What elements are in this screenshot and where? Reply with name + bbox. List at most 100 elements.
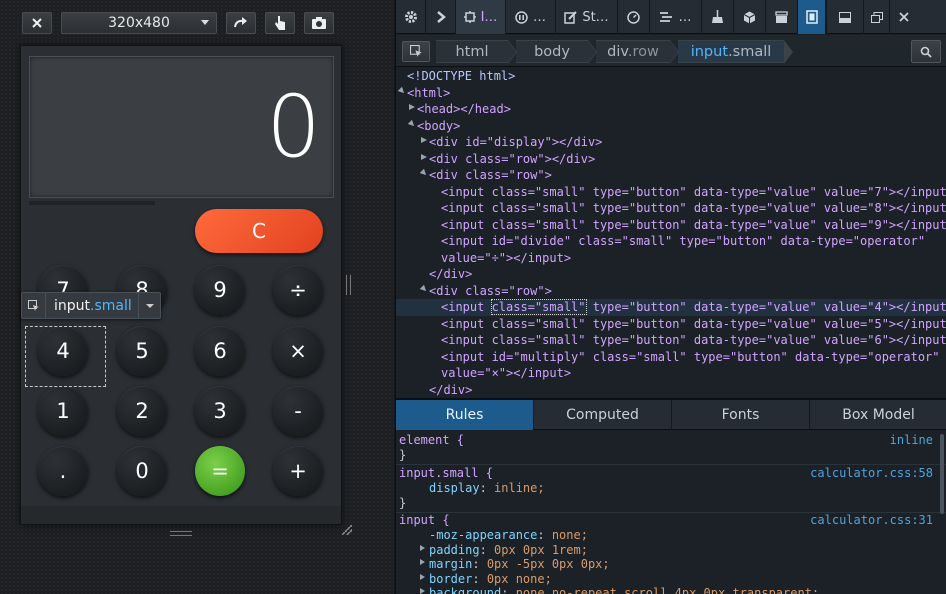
markup-line-selected[interactable]: <input class="small" type="button" data-… (396, 299, 946, 316)
property-name[interactable]: -moz-appearance (429, 528, 537, 542)
rule-property[interactable]: padding: 0px 0px 1rem; (399, 543, 939, 558)
key-equals[interactable]: = (195, 446, 245, 496)
key-5[interactable]: 5 (117, 326, 167, 376)
console-tab[interactable] (426, 0, 456, 34)
scratchpad-tab[interactable] (766, 0, 798, 34)
cube-icon (743, 11, 756, 23)
property-value[interactable]: inline; (494, 481, 545, 495)
rule-property[interactable]: display: inline; (399, 481, 939, 496)
close-button[interactable] (22, 12, 52, 34)
markup-line[interactable]: <!DOCTYPE html> (396, 68, 946, 85)
key-9[interactable]: 9 (195, 265, 245, 315)
inspector-tab[interactable]: I… (456, 0, 506, 34)
markup-line[interactable]: <input class="small" type="button" data-… (396, 316, 946, 333)
rule-property[interactable]: background: none no-repeat scroll 4px 0p… (399, 586, 939, 594)
input-tag: <input class="small" type="button" data-… (441, 316, 946, 331)
markup-line[interactable]: <input id="multiply" class="small" type=… (396, 349, 946, 366)
property-name[interactable]: background (429, 586, 501, 594)
dock-bottom-button[interactable] (826, 0, 864, 34)
debugger-tab[interactable]: … (506, 0, 556, 34)
close-devtools-button[interactable] (890, 0, 917, 34)
resize-handle-right[interactable] (346, 275, 351, 295)
paint-flashing-tab[interactable] (702, 0, 734, 34)
markup-line[interactable]: <html> (396, 85, 946, 102)
tab-computed[interactable]: Computed (534, 400, 672, 430)
key-0[interactable]: 0 (117, 446, 167, 496)
property-value[interactable]: 0px none; (487, 572, 552, 586)
inspector-tab-label: I… (480, 9, 498, 25)
key-2[interactable]: 2 (117, 386, 167, 436)
key-minus[interactable]: - (273, 386, 323, 436)
markup-line[interactable]: <div class="row"></div> (396, 151, 946, 168)
key-decimal[interactable]: . (38, 446, 88, 496)
rule-property[interactable]: margin: 0px -5px 0px 0px; (399, 557, 939, 572)
rule-source-link[interactable]: calculator.css:58 (810, 466, 933, 481)
resize-handle-corner[interactable] (342, 525, 352, 535)
rules-scrollbar[interactable] (940, 434, 944, 514)
size-select[interactable]: 320x480 (61, 12, 217, 34)
markup-search-button[interactable] (911, 40, 941, 63)
property-name[interactable]: border (429, 572, 472, 586)
rule-property[interactable]: -moz-appearance: none; (399, 528, 939, 543)
key-divide[interactable]: ÷ (273, 265, 323, 315)
property-name[interactable]: margin (429, 557, 472, 571)
rule-property[interactable]: border: 0px none; (399, 572, 939, 587)
markup-line[interactable]: </div> (396, 266, 946, 283)
pick-node-button[interactable] (402, 41, 430, 62)
property-value[interactable]: 0px 0px 1rem; (494, 543, 588, 557)
selected-attribute[interactable]: class="small" (490, 299, 587, 315)
rotate-button[interactable] (226, 12, 256, 34)
breadcrumb-html[interactable]: html (436, 40, 517, 64)
clear-button[interactable]: C (195, 209, 323, 253)
key-plus[interactable]: + (273, 446, 323, 496)
markup-line[interactable]: value="×"></input> (396, 365, 946, 382)
input-tag: <input class="small" type="button" data-… (441, 201, 946, 215)
pick-element-button[interactable] (22, 293, 46, 318)
rule-source-link[interactable]: calculator.css:31 (810, 513, 933, 528)
tab-box-model[interactable]: Box Model (810, 400, 946, 430)
breadcrumb-body[interactable]: body (516, 40, 597, 64)
breadcrumb: html body div.row input.small (396, 35, 946, 67)
breadcrumb-input-small[interactable]: input.small (678, 40, 793, 64)
sidebar-tabs: Rules Computed Fonts Box Model (396, 400, 946, 430)
style-editor-tab[interactable]: St… (556, 0, 618, 34)
markup-line[interactable]: <div class="row"> (396, 283, 946, 300)
property-value[interactable]: none no-repeat scroll 4px 0px transparen… (516, 586, 819, 594)
key-6[interactable]: 6 (195, 326, 245, 376)
markup-line[interactable]: <input class="small" type="button" data-… (396, 200, 946, 217)
resize-handle-bottom[interactable] (170, 531, 192, 536)
breadcrumb-div-row[interactable]: div.row (596, 40, 679, 64)
markup-line[interactable]: <input class="small" type="button" data-… (396, 332, 946, 349)
3d-view-tab[interactable] (734, 0, 766, 34)
key-multiply[interactable]: × (273, 326, 323, 376)
key-1[interactable]: 1 (38, 386, 88, 436)
screenshot-button[interactable] (304, 12, 334, 34)
tab-rules[interactable]: Rules (396, 400, 534, 430)
markup-line[interactable]: <input id="divide" class="small" type="b… (396, 233, 946, 250)
key-3[interactable]: 3 (195, 386, 245, 436)
rule-source-link[interactable]: inline (890, 433, 933, 448)
property-value[interactable]: 0px -5px 0px 0px; (487, 557, 610, 571)
markup-line[interactable]: <head></head> (396, 101, 946, 118)
undock-button[interactable] (864, 0, 890, 34)
breadcrumb-div-tag: div (607, 44, 628, 60)
markup-line[interactable]: value="÷"></input> (396, 250, 946, 267)
clapper-icon (775, 10, 788, 23)
property-name[interactable]: padding (429, 543, 480, 557)
markup-line[interactable]: <input class="small" type="button" data-… (396, 217, 946, 234)
markup-line[interactable]: <input class="small" type="button" data-… (396, 184, 946, 201)
markup-line[interactable]: </div> (396, 382, 946, 399)
profiler-tab[interactable] (618, 0, 650, 34)
input-tag: <input id="multiply" class="small" type=… (441, 349, 940, 364)
tab-fonts[interactable]: Fonts (672, 400, 810, 430)
markup-line[interactable]: <div id="display"></div> (396, 134, 946, 151)
markup-line[interactable]: <body> (396, 118, 946, 135)
settings-tab[interactable] (396, 0, 426, 34)
markup-line[interactable]: <div class="row"> (396, 167, 946, 184)
infobar-menu-button[interactable] (138, 293, 160, 318)
property-value[interactable]: none; (552, 528, 588, 542)
responsive-mode-tab[interactable] (798, 0, 826, 34)
network-tab[interactable]: … (650, 0, 702, 34)
touch-button[interactable] (265, 12, 295, 34)
property-name[interactable]: display (429, 481, 480, 495)
